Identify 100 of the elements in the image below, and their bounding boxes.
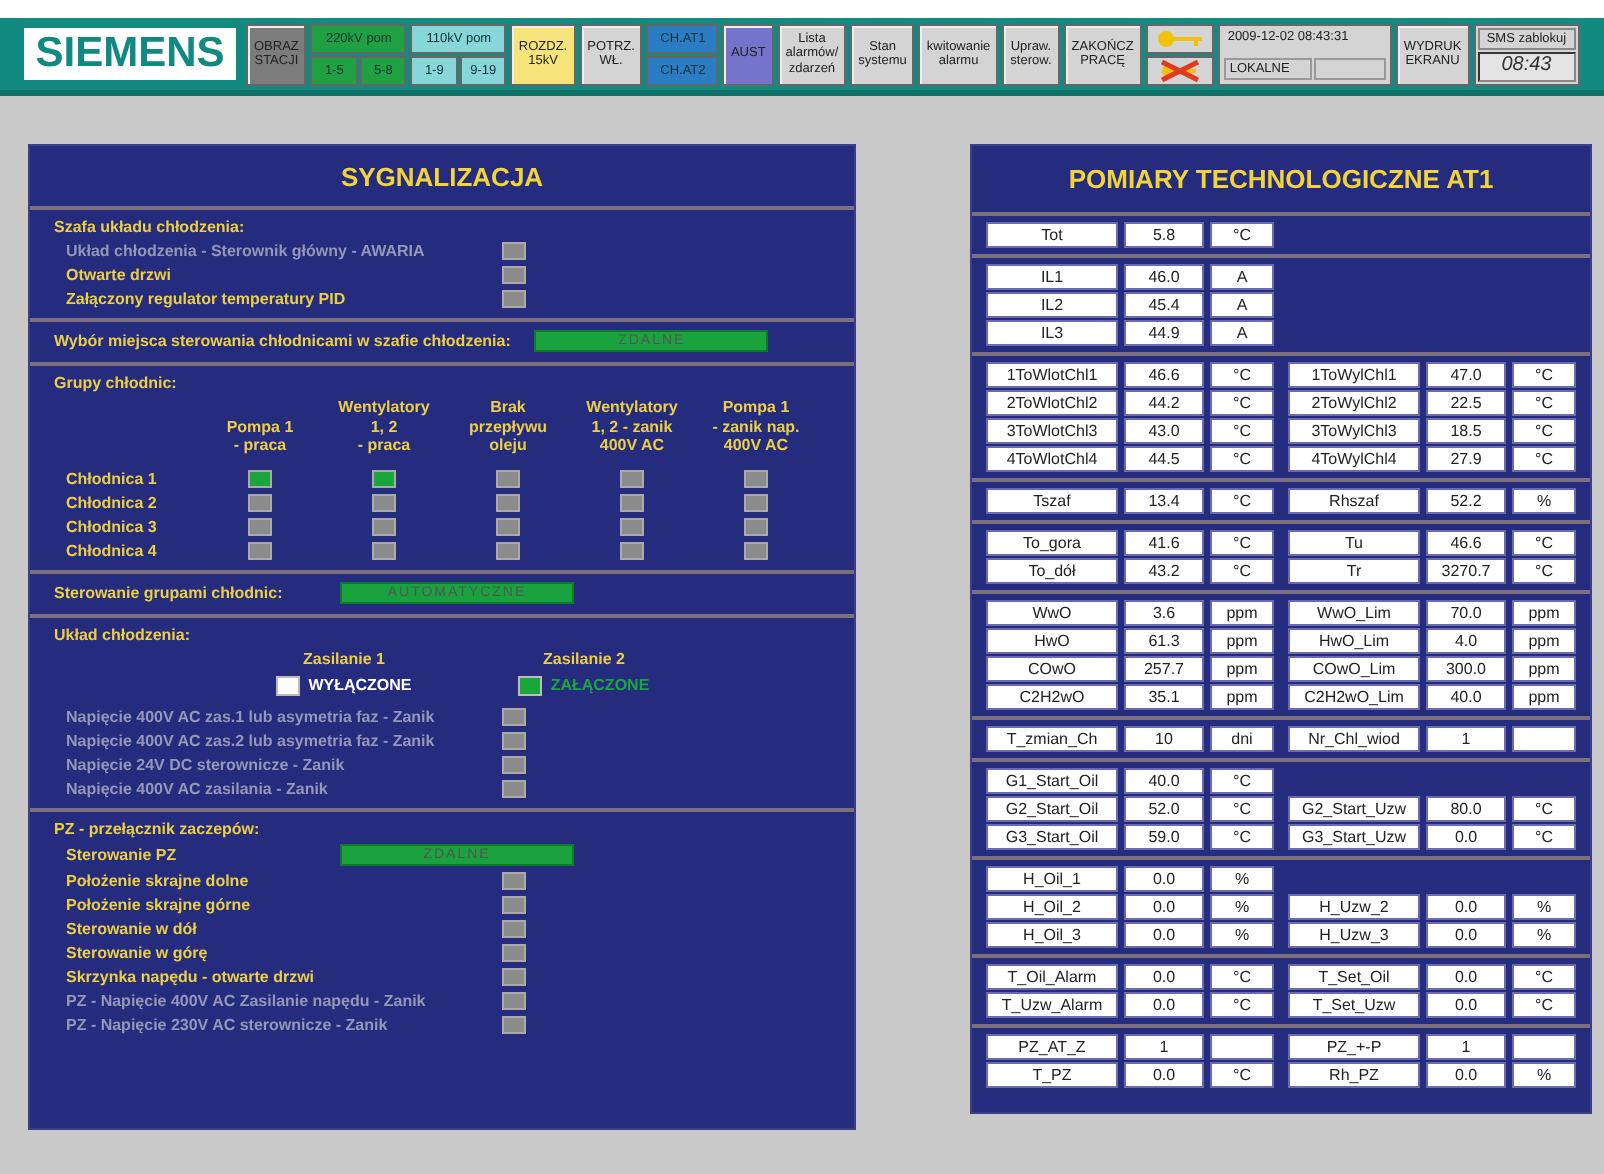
parameter-value: 46.0 [1124, 264, 1204, 290]
parameter-unit: °C [1210, 530, 1274, 556]
parameter-value: 35.1 [1124, 684, 1204, 710]
parameter-name: IL2 [986, 292, 1118, 318]
cross-icon [1155, 59, 1204, 81]
parameter-value: 61.3 [1124, 628, 1204, 654]
parameter-unit: °C [1512, 558, 1576, 584]
parameter-name: T_Oil_Alarm [986, 964, 1118, 990]
parameter-name: C2H2wO_Lim [1288, 684, 1420, 710]
section-title: PZ - przełącznik zaczepów: [54, 819, 262, 838]
parameter-name: 2ToWlotChl2 [986, 390, 1118, 416]
parameter-name: 4ToWylChl4 [1288, 446, 1420, 472]
parameter-value: 0.0 [1426, 894, 1506, 920]
parameter-value: 0.0 [1124, 964, 1204, 990]
row-label: Chłodnica 2 [66, 493, 157, 512]
parameter-value: 80.0 [1426, 796, 1506, 822]
parameter-value: 44.9 [1124, 320, 1204, 346]
parameter-unit: °C [1512, 992, 1576, 1018]
parameter-value: 40.0 [1124, 768, 1204, 794]
parameter-name: 3ToWylChl3 [1288, 418, 1420, 444]
signal-label: PZ - Napięcie 230V AC sterownicze - Zanik [66, 1015, 390, 1034]
parameter-value: 4.0 [1426, 628, 1506, 654]
parameter-unit: °C [1210, 796, 1274, 822]
signal-label: Skrzynka napędu - otwarte drzwi [66, 967, 317, 986]
parameter-name: T_zmian_Ch [986, 726, 1118, 752]
parameter-unit: A [1210, 292, 1274, 318]
panel-title: POMIARY TECHNOLOGICZNE AT1 [972, 146, 1590, 216]
parameter-name: Tot [986, 222, 1118, 248]
key-button[interactable] [1145, 23, 1214, 53]
parameter-name: T_Set_Oil [1288, 964, 1420, 990]
parameter-value: 0.0 [1124, 1062, 1204, 1088]
parameter-name: PZ_AT_Z [986, 1034, 1118, 1060]
section-title: Grupy chłodnic: [54, 374, 179, 392]
parameter-name: 1ToWlotChl1 [986, 362, 1118, 388]
parameter-unit: °C [1210, 222, 1274, 248]
parameter-value: 0.0 [1426, 992, 1506, 1018]
parameter-unit: °C [1512, 418, 1576, 444]
parameter-unit: A [1210, 264, 1274, 290]
signal-label: Załączony regulator temperatury PID [66, 290, 348, 308]
parameter-unit: °C [1210, 418, 1274, 444]
parameter-name: Tu [1288, 530, 1420, 556]
parameter-unit: °C [1512, 964, 1576, 990]
parameter-value: 27.9 [1426, 446, 1506, 472]
parameter-unit: °C [1210, 362, 1274, 388]
section-title: Wybór miejsca sterowania chłodnicami w szafie chłodzenia: [54, 332, 511, 350]
parameter-name: IL3 [986, 320, 1118, 346]
parameter-unit [1512, 726, 1576, 752]
parameter-value: 1 [1426, 726, 1506, 752]
parameter-value: 46.6 [1426, 530, 1506, 556]
supply-heading: Zasilanie 2 [543, 649, 625, 668]
parameter-name: COwO_Lim [1288, 656, 1420, 682]
parameter-name: Tszaf [986, 488, 1118, 514]
parameter-name: Rhszaf [1288, 488, 1420, 514]
parameter-unit: °C [1210, 446, 1274, 472]
parameter-name: PZ_+-P [1288, 1034, 1420, 1060]
parameter-name: 3ToWlotChl3 [986, 418, 1118, 444]
parameter-value: 59.0 [1124, 824, 1204, 850]
supply-state: ZAŁĄCZONE [550, 676, 650, 695]
parameter-unit: % [1512, 1062, 1576, 1088]
parameter-value: 18.5 [1426, 418, 1506, 444]
panel-title: SYGNALIZACJA [30, 146, 854, 210]
parameter-name: 2ToWylChl2 [1288, 390, 1420, 416]
column-heading: Wentylatory 1, 2 - praca [338, 398, 430, 456]
parameter-unit: °C [1210, 824, 1274, 850]
parameter-unit: % [1512, 488, 1576, 514]
parameter-name: WwO [986, 600, 1118, 626]
parameter-unit: ppm [1210, 600, 1274, 626]
time-display: 08:43 [1477, 51, 1576, 81]
parameter-unit: ppm [1512, 600, 1576, 626]
parameter-name: Nr_Chl_wiod [1288, 726, 1420, 752]
cancel-button[interactable] [1145, 55, 1214, 85]
parameter-unit: °C [1210, 390, 1274, 416]
parameter-name: HwO_Lim [1288, 628, 1420, 654]
parameter-unit: °C [1512, 796, 1576, 822]
column-heading: Pompa 1 - praca [226, 417, 294, 456]
parameter-name: C2H2wO [986, 684, 1118, 710]
supply-state: WYŁĄCZONE [308, 676, 412, 695]
logo: SIEMENS [24, 28, 236, 80]
signal-label: PZ - Napięcie 400V AC Zasilanie napędu - Zanik [66, 991, 428, 1010]
parameter-name: COwO [986, 656, 1118, 682]
row-label: Chłodnica 4 [66, 541, 157, 560]
signal-label: Napięcie 24V DC sterownicze - Zanik [66, 755, 347, 774]
section-title: Układ chłodzenia: [54, 625, 193, 644]
parameter-unit: ppm [1512, 628, 1576, 654]
signal-label: Napięcie 400V AC zasilania - Zanik [66, 779, 330, 798]
parameter-value: 0.0 [1124, 866, 1204, 892]
parameter-value: 44.5 [1124, 446, 1204, 472]
parameter-unit: % [1210, 894, 1274, 920]
signal-label: Sterowanie PZ [66, 845, 179, 864]
empty-field [1313, 57, 1386, 79]
parameter-value: 45.4 [1124, 292, 1204, 318]
parameter-name: H_Oil_3 [986, 922, 1118, 948]
parameter-value: 0.0 [1426, 964, 1506, 990]
parameter-value: 22.5 [1426, 390, 1506, 416]
parameter-unit: °C [1210, 768, 1274, 794]
parameter-value: 0.0 [1124, 894, 1204, 920]
parameter-value: 257.7 [1124, 656, 1204, 682]
parameter-name: WwO_Lim [1288, 600, 1420, 626]
parameter-value: 0.0 [1426, 1062, 1506, 1088]
parameter-value: 3.6 [1124, 600, 1204, 626]
